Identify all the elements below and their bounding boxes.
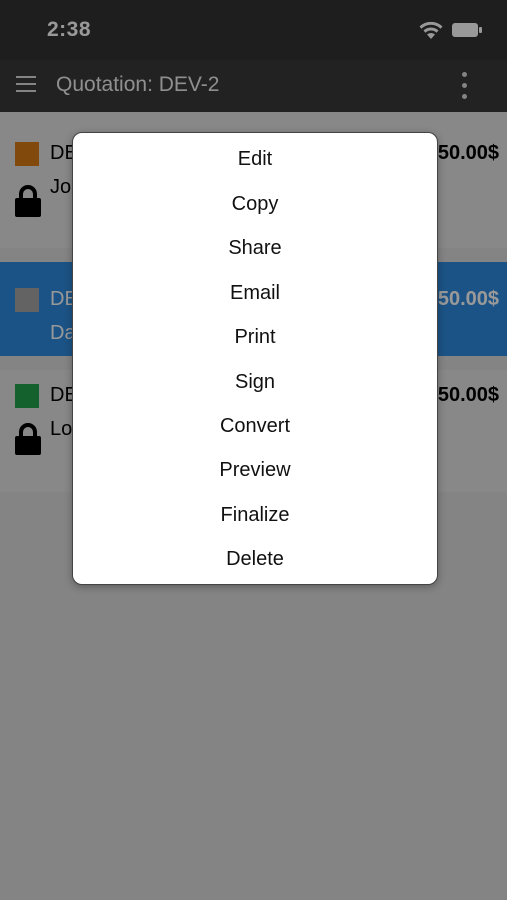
menu-item-sign[interactable]: Sign [73,362,437,402]
menu-item-share[interactable]: Share [73,228,437,268]
menu-item-print[interactable]: Print [73,317,437,357]
menu-item-copy[interactable]: Copy [73,184,437,224]
action-menu: Edit Copy Share Email Print Sign Convert… [72,132,438,585]
menu-item-preview[interactable]: Preview [73,450,437,490]
menu-item-edit[interactable]: Edit [73,139,437,179]
menu-item-finalize[interactable]: Finalize [73,495,437,535]
menu-item-convert[interactable]: Convert [73,406,437,446]
menu-item-email[interactable]: Email [73,273,437,313]
menu-item-delete[interactable]: Delete [73,539,437,579]
